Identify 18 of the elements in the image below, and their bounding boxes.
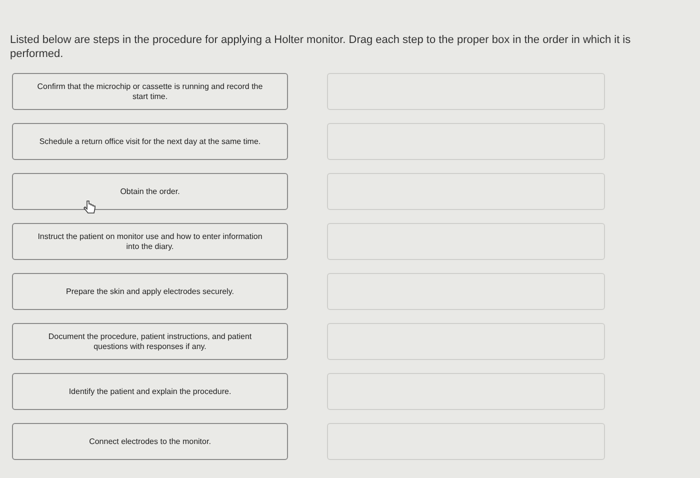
- drop-zone[interactable]: [327, 373, 605, 410]
- step-card[interactable]: Confirm that the microchip or cassette is running and record the start time.: [12, 73, 288, 110]
- step-card[interactable]: Obtain the order.: [12, 173, 288, 210]
- drop-zone[interactable]: [327, 123, 605, 160]
- step-card[interactable]: Connect electrodes to the monitor.: [12, 423, 288, 460]
- drop-zone[interactable]: [327, 223, 605, 260]
- step-card[interactable]: Instruct the patient on monitor use and how to enter information into the diary.: [12, 223, 288, 260]
- drop-zone[interactable]: [327, 423, 605, 460]
- step-card[interactable]: Document the procedure, patient instructions, and patient questions with responses if any.: [12, 323, 288, 360]
- drop-zone[interactable]: [327, 173, 605, 210]
- hand-cursor-icon: [83, 200, 97, 215]
- drop-zone[interactable]: [327, 323, 605, 360]
- step-card[interactable]: Prepare the skin and apply electrodes securely.: [12, 273, 288, 310]
- drop-zone[interactable]: [327, 273, 605, 310]
- step-card[interactable]: Identify the patient and explain the procedure.: [12, 373, 288, 410]
- drop-zone[interactable]: [327, 73, 605, 110]
- step-card[interactable]: Schedule a return office visit for the next day at the same time.: [12, 123, 288, 160]
- instructions-text: Listed below are steps in the procedure for applying a Holter monitor. Drag each step to the proper box in the order in which it is performed.: [10, 33, 632, 61]
